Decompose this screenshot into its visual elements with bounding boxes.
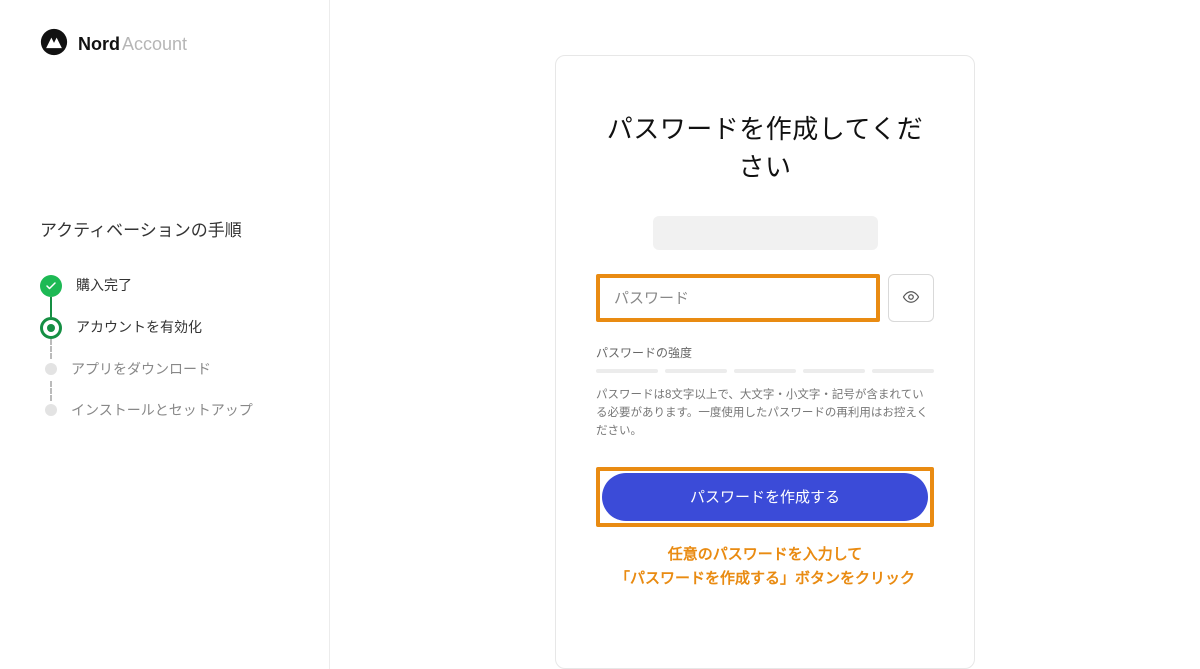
brand-light: Account	[122, 34, 187, 54]
password-input[interactable]	[600, 278, 876, 318]
todo-dot-icon	[45, 404, 57, 416]
step-label: インストールとセットアップ	[71, 400, 253, 421]
instruction-annotation: 任意のパスワードを入力して 「パスワードを作成する」ボタンをクリック	[596, 543, 934, 591]
brand-text: NordAccount	[78, 34, 187, 55]
check-circle-icon	[40, 275, 62, 297]
main-content: パスワードを作成してください パスワードの強度 パスワードは8文字以上で、大文字…	[330, 0, 1200, 669]
toggle-password-visibility-button[interactable]	[888, 274, 934, 322]
current-step-icon	[40, 317, 62, 339]
step-label: アカウントを有効化	[76, 317, 202, 338]
password-row	[596, 274, 934, 322]
create-password-button[interactable]: パスワードを作成する	[602, 473, 928, 521]
step-label: 購入完了	[76, 275, 132, 296]
steps-heading: アクティベーションの手順	[40, 216, 299, 241]
email-display-placeholder	[653, 216, 878, 250]
annotation-line-1: 任意のパスワードを入力して	[596, 543, 934, 567]
password-strength-meter	[596, 369, 934, 373]
password-input-highlight	[596, 274, 880, 322]
create-password-card: パスワードを作成してください パスワードの強度 パスワードは8文字以上で、大文字…	[555, 55, 975, 669]
eye-icon	[902, 288, 920, 309]
step-download-app: アプリをダウンロード	[40, 359, 299, 380]
todo-dot-icon	[45, 363, 57, 375]
brand: NordAccount	[40, 28, 299, 61]
password-helper-text: パスワードは8文字以上で、大文字・小文字・記号が含まれている必要があります。一度…	[596, 387, 934, 440]
step-purchase-complete: 購入完了	[40, 275, 299, 297]
brand-bold: Nord	[78, 34, 120, 54]
step-install-setup: インストールとセットアップ	[40, 400, 299, 421]
nord-logo-icon	[40, 28, 68, 61]
create-button-highlight: パスワードを作成する	[596, 467, 934, 527]
step-label: アプリをダウンロード	[71, 359, 211, 380]
annotation-line-2: 「パスワードを作成する」ボタンをクリック	[596, 567, 934, 591]
password-strength-label: パスワードの強度	[596, 344, 934, 361]
activation-steps: 購入完了 アカウントを有効化 アプリをダウンロード インストールとセットアップ	[40, 275, 299, 421]
sidebar: NordAccount アクティベーションの手順 購入完了 アカウントを有効化 …	[0, 0, 330, 669]
step-activate-account: アカウントを有効化	[40, 317, 299, 339]
card-heading: パスワードを作成してください	[596, 111, 934, 186]
